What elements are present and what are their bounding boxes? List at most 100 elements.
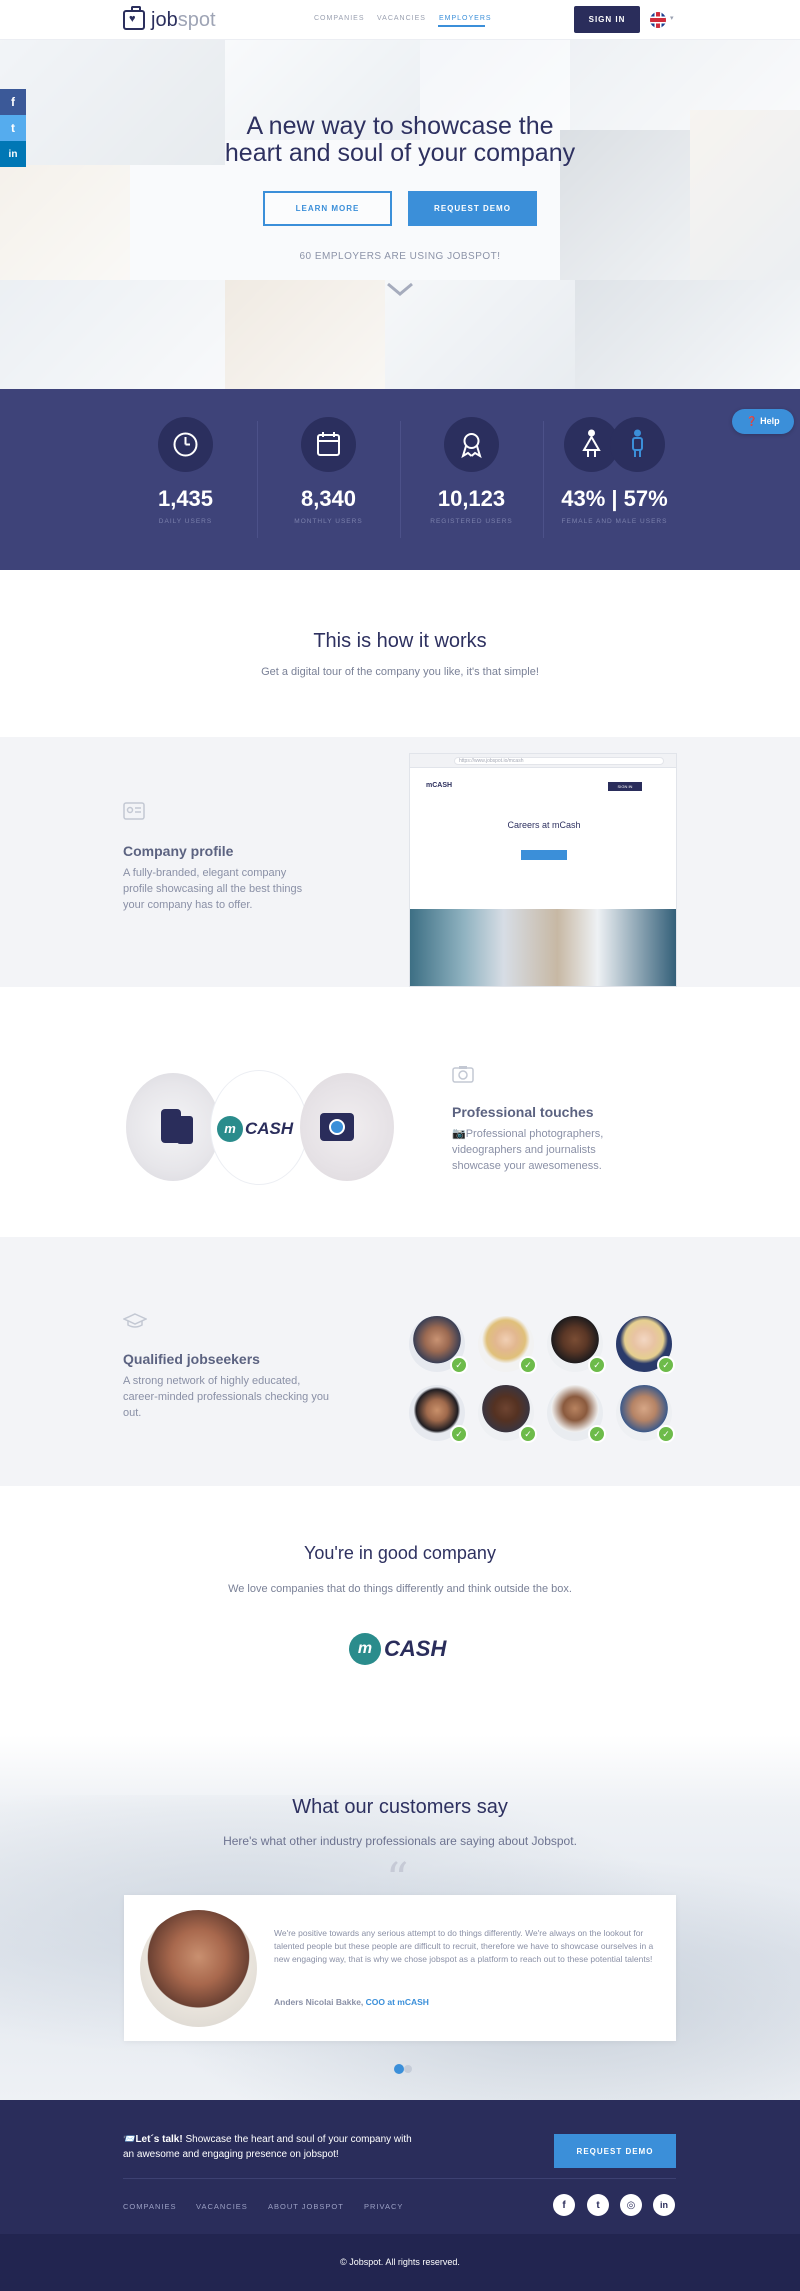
instagram-icon[interactable]: ◎ xyxy=(620,2194,642,2216)
mock-button xyxy=(521,850,567,860)
camera-icon xyxy=(320,1113,354,1141)
award-icon xyxy=(444,417,499,472)
footer-link-companies[interactable]: COMPANIES xyxy=(123,2202,176,2211)
carousel-dot[interactable] xyxy=(404,2065,412,2073)
footer-divider xyxy=(123,2178,676,2179)
footer-request-demo-button[interactable]: REQUEST DEMO xyxy=(554,2134,676,2168)
testimonial-card: We're positive towards any serious attem… xyxy=(124,1895,676,2041)
feature-jobseekers xyxy=(0,1237,800,1486)
verified-check-icon: ✓ xyxy=(519,1356,537,1374)
copyright-text: © Jobspot. All rights reserved. xyxy=(340,2257,460,2267)
footer-link-about[interactable]: ABOUT JOBSPOT xyxy=(268,2202,344,2211)
mcash-logo-circle: m CASH xyxy=(210,1070,308,1185)
verified-check-icon: ✓ xyxy=(519,1425,537,1443)
nav-companies[interactable]: COMPANIES xyxy=(314,15,365,22)
uk-flag-icon[interactable] xyxy=(650,12,666,28)
chevron-down-icon[interactable] xyxy=(386,282,414,296)
testimonials-title: What our customers say xyxy=(292,1796,508,1818)
quote-icon: “ xyxy=(386,1854,409,1905)
site-footer xyxy=(0,2100,800,2234)
nav-active-indicator xyxy=(438,25,485,27)
nav-vacancies[interactable]: VACANCIES xyxy=(377,15,426,22)
camera-device-icon xyxy=(177,1116,193,1144)
graduation-cap-icon xyxy=(123,1313,147,1328)
browser-url: https://www.jobspot.io/mcash xyxy=(454,757,664,765)
employers-count: 60 EMPLOYERS ARE USING JOBSPOT! xyxy=(299,251,501,262)
mcash-client-logo[interactable]: CASH xyxy=(384,1636,446,1662)
feature-title: Professional touches xyxy=(452,1104,594,1120)
footer-link-vacancies[interactable]: VACANCIES xyxy=(196,2202,248,2211)
how-it-works-title: This is how it works xyxy=(313,630,487,652)
phone-photo-circle xyxy=(126,1073,220,1181)
stat-value: 8,340 xyxy=(300,486,357,511)
verified-check-icon: ✓ xyxy=(588,1425,606,1443)
stat-daily-users: 1,435 DAILY USERS xyxy=(114,389,257,570)
hero-section: A new way to showcase the heart and soul… xyxy=(0,40,800,389)
feature-text: A strong network of highly educated, car… xyxy=(123,1375,330,1419)
share-twitter-button[interactable]: t xyxy=(0,115,26,141)
testimonial-avatar xyxy=(140,1910,257,2027)
sign-in-button[interactable]: SIGN IN xyxy=(574,6,640,33)
verified-check-icon: ✓ xyxy=(657,1356,675,1374)
mcash-wordmark: CASH xyxy=(245,1119,294,1138)
help-button[interactable]: ❓ Help xyxy=(732,409,794,434)
male-icon xyxy=(610,417,665,472)
footer-cta-text: 📨Let´s talk! Showcase the heart and soul… xyxy=(123,2134,412,2160)
stat-registered-users: 10,123 REGISTERED USERS xyxy=(400,389,543,570)
stat-label: MONTHLY USERS xyxy=(294,518,363,525)
stat-label: FEMALE AND MALE USERS xyxy=(561,518,668,525)
testimonials-subtitle: Here's what other industry professionals… xyxy=(223,1834,577,1848)
feature-text: 📷Professional photographers, videographe… xyxy=(452,1128,604,1172)
stat-label: REGISTERED USERS xyxy=(430,518,513,525)
learn-more-button[interactable]: LEARN MORE xyxy=(263,191,392,226)
stat-value: 10,123 xyxy=(437,486,506,511)
stat-value: 43% | 57% xyxy=(561,486,668,511)
nav-employers[interactable]: EMPLOYERS xyxy=(439,15,492,22)
feature-title: Company profile xyxy=(123,843,234,859)
calendar-icon xyxy=(301,417,356,472)
verified-check-icon: ✓ xyxy=(450,1425,468,1443)
how-it-works-subtitle: Get a digital tour of the company you li… xyxy=(261,666,539,678)
stat-monthly-users: 8,340 MONTHLY USERS xyxy=(257,389,400,570)
linkedin-icon[interactable]: in xyxy=(653,2194,675,2216)
footer-link-privacy[interactable]: PRIVACY xyxy=(364,2202,403,2211)
twitter-icon[interactable]: t xyxy=(587,2194,609,2216)
mcash-m-icon: m xyxy=(217,1116,243,1142)
request-demo-button[interactable]: REQUEST DEMO xyxy=(408,191,537,226)
hero-title: A new way to showcase the heart and soul… xyxy=(224,112,576,167)
hero-overlay xyxy=(0,40,800,389)
feature-company-profile xyxy=(0,737,800,987)
verified-check-icon: ✓ xyxy=(657,1425,675,1443)
camera-icon xyxy=(452,1066,474,1083)
facebook-icon[interactable]: f xyxy=(553,2194,575,2216)
feature-text: A fully-branded, elegant company profile… xyxy=(123,867,303,911)
testimonial-author: Anders Nicolai Bakke, COO at mCASH xyxy=(274,1997,429,2007)
briefcase-heart-icon: ♥ xyxy=(123,6,145,30)
stat-value: 1,435 xyxy=(157,486,214,511)
stat-label: DAILY USERS xyxy=(158,518,213,525)
logo-text: jobspot xyxy=(151,8,216,31)
share-facebook-button[interactable]: f xyxy=(0,89,26,115)
stats-section: 1,435 DAILY USERS 8,340 MONTHLY USERS 10… xyxy=(0,389,800,570)
stat-gender-split: 43% | 57% FEMALE AND MALE USERS xyxy=(543,389,686,570)
company-page-preview: https://www.jobspot.io/mcash mCASH SIGN … xyxy=(409,753,677,987)
good-company-subtitle: We love companies that do things differe… xyxy=(228,1583,572,1595)
carousel-dot-active[interactable] xyxy=(394,2064,404,2074)
verified-check-icon: ✓ xyxy=(450,1356,468,1374)
mock-sign-in: SIGN IN xyxy=(608,782,642,791)
browser-bar: https://www.jobspot.io/mcash xyxy=(410,754,676,768)
profile-card-icon xyxy=(123,802,145,820)
good-company-title: You're in good company xyxy=(304,1543,496,1563)
mcash-logo: mCASH xyxy=(426,782,453,789)
camera-photo-circle xyxy=(300,1073,394,1181)
verified-check-icon: ✓ xyxy=(588,1356,606,1374)
share-linkedin-button[interactable]: in xyxy=(0,141,26,167)
office-photo xyxy=(410,909,676,986)
chevron-down-icon[interactable]: ▾ xyxy=(670,14,674,22)
site-header: ♥ jobspot COMPANIES VACANCIES EMPLOYERS … xyxy=(0,0,800,40)
clock-icon xyxy=(158,417,213,472)
mcash-m-icon[interactable]: m xyxy=(349,1633,381,1665)
feature-title: Qualified jobseekers xyxy=(123,1351,260,1367)
jobspot-logo[interactable]: ♥ jobspot xyxy=(123,6,216,32)
mock-page-title: Careers at mCash xyxy=(507,820,581,830)
